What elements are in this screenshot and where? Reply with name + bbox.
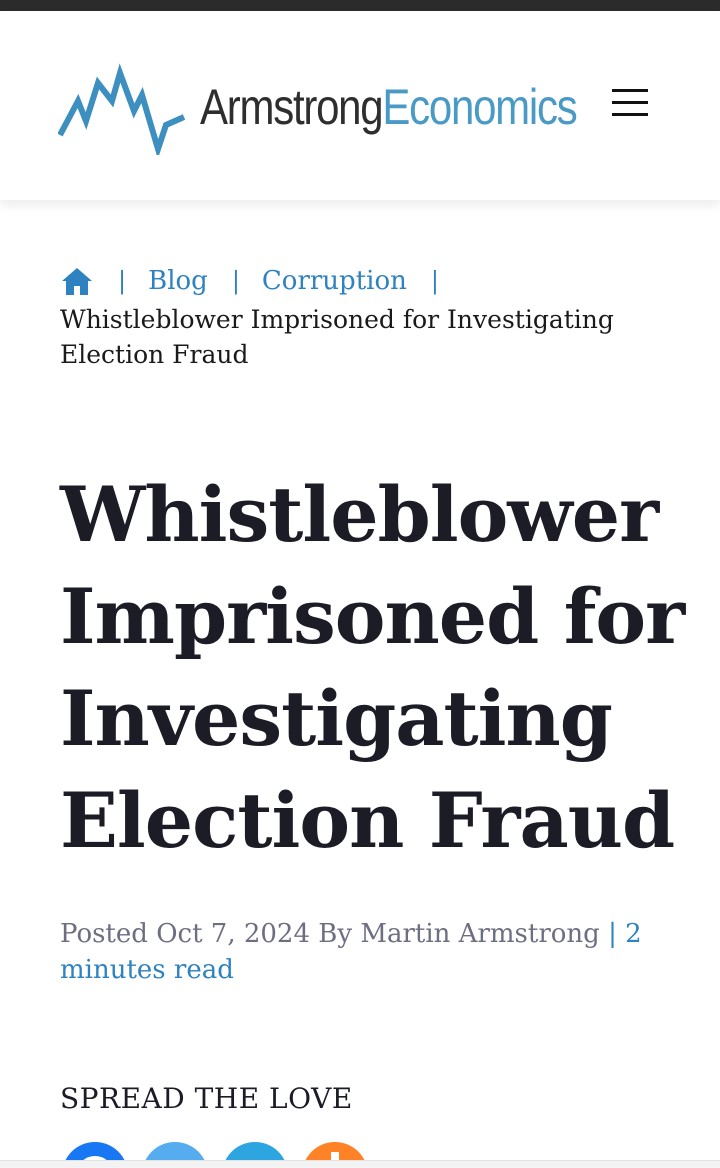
breadcrumb-link-blog[interactable]: Blog — [148, 266, 208, 296]
logo-text-economics: Economics — [382, 79, 577, 135]
site-header: ArmstrongEconomics — [0, 11, 720, 200]
breadcrumb-separator: | — [118, 267, 127, 295]
breadcrumb-link-corruption[interactable]: Corruption — [262, 266, 407, 296]
posted-label: Posted — [60, 919, 148, 949]
home-icon[interactable] — [60, 264, 94, 298]
logo-chart-icon — [58, 63, 186, 155]
article-meta: Posted Oct 7, 2024 By Martin Armstrong |… — [60, 916, 680, 988]
breadcrumb: | Blog | Corruption | Whistleblower Impr… — [60, 262, 680, 372]
breadcrumb-separator: | — [231, 267, 240, 295]
breadcrumb-separator: | — [430, 267, 439, 295]
breadcrumb-links-row: | Blog | Corruption | — [60, 262, 680, 300]
breadcrumb-current-page: Whistleblower Imprisoned for Investigati… — [60, 305, 614, 369]
site-logo[interactable]: ArmstrongEconomics — [58, 59, 578, 155]
by-label: By — [318, 919, 353, 949]
logo-text-armstrong: Armstrong — [200, 79, 384, 135]
bottom-toolbar-edge — [0, 1160, 720, 1168]
article-title: Whistleblower Imprisoned for Investigati… — [60, 470, 685, 865]
menu-bar-bottom — [612, 113, 648, 116]
post-date: Oct 7, 2024 — [156, 919, 311, 949]
menu-bar-top — [612, 89, 648, 92]
browser-top-bar — [0, 0, 720, 11]
share-heading: SPREAD THE LOVE — [60, 1082, 353, 1115]
hamburger-menu-icon[interactable] — [604, 87, 656, 127]
logo-wordmark: ArmstrongEconomics — [200, 77, 578, 137]
author-link[interactable]: Martin Armstrong — [360, 919, 599, 949]
menu-bar-middle — [612, 101, 648, 104]
